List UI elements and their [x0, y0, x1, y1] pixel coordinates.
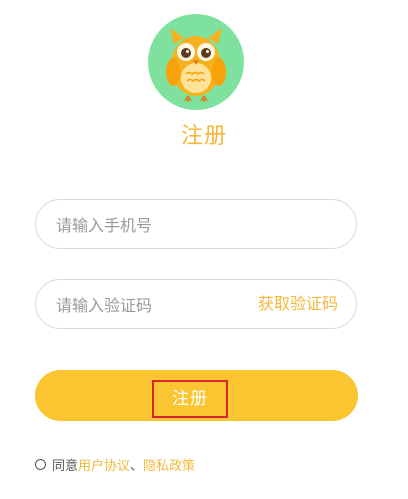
page-title: 注册	[180, 124, 227, 149]
agreement-separator: 、	[130, 458, 144, 474]
owl-logo-icon	[148, 14, 244, 110]
get-code-button[interactable]: 获取验证码	[258, 280, 338, 328]
agreement-row: 同意 用户协议 、 隐私政策	[35, 455, 195, 474]
phone-field[interactable]	[35, 199, 357, 250]
user-agreement-link[interactable]: 用户协议	[78, 455, 130, 474]
phone-input[interactable]	[54, 200, 338, 250]
agree-prefix: 同意	[52, 458, 79, 474]
agree-radio[interactable]	[35, 458, 46, 470]
code-field[interactable]: 获取验证码	[35, 279, 357, 330]
privacy-policy-link[interactable]: 隐私政策	[143, 455, 195, 474]
register-page: 注册 获取验证码 注册 同意 用户协议 、 隐私政策	[0, 0, 408, 499]
verification-code-input[interactable]	[54, 280, 248, 330]
register-button-label[interactable]: 注册	[152, 380, 228, 418]
